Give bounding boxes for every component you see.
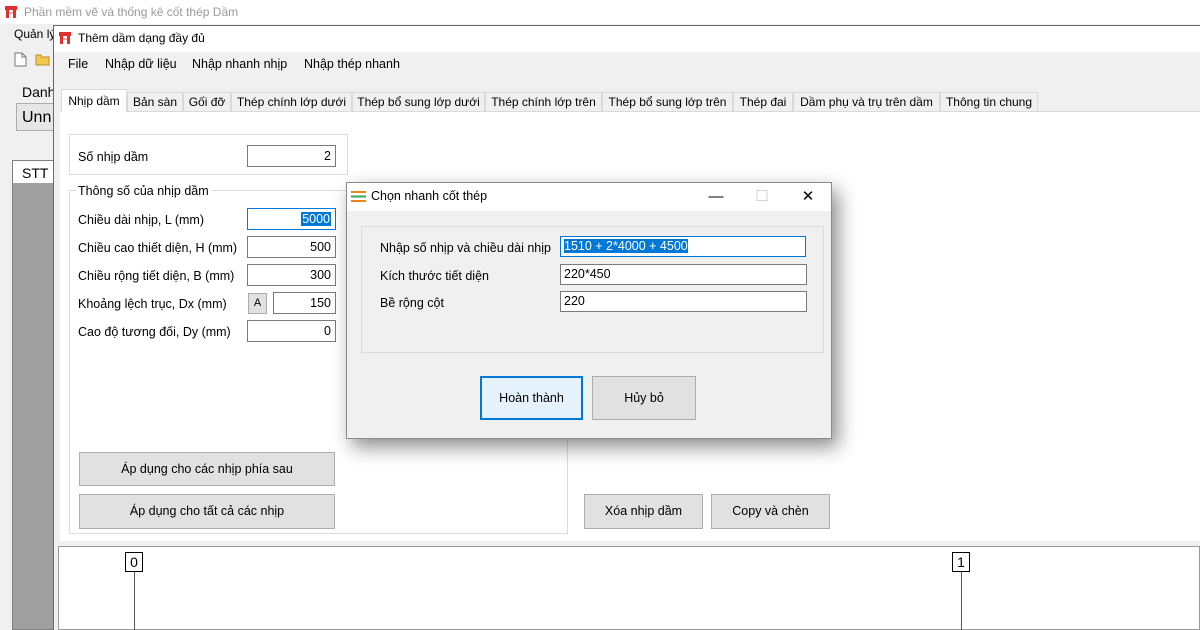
- main-list-label: Danh: [22, 84, 56, 100]
- dx-input[interactable]: 150: [273, 292, 336, 314]
- beam-dialog-titlebar: [54, 26, 1200, 52]
- copy-insert-button[interactable]: Copy và chèn: [711, 494, 830, 529]
- axis-label-1: 1: [952, 552, 970, 572]
- span-params-group-title: Thông số của nhịp dầm: [76, 184, 211, 198]
- maximize-icon: ☐: [755, 188, 769, 205]
- tab-nhip-dam[interactable]: Nhịp dầm: [61, 89, 127, 112]
- tab-thep-chinh-lop-duoi[interactable]: Thép chính lớp dưới: [231, 92, 352, 111]
- length-label: Chiều dài nhịp, L (mm): [78, 213, 204, 227]
- length-input[interactable]: 5000: [247, 208, 336, 230]
- main-menu-quan-ly[interactable]: Quản lý: [14, 27, 55, 41]
- main-combo-text: Unn: [22, 109, 52, 126]
- section-label: Kích thước tiết diện: [380, 269, 489, 283]
- dx-label: Khoảng lệch trục, Dx (mm): [78, 297, 227, 311]
- minimize-icon[interactable]: —: [693, 183, 739, 211]
- app-icon: [5, 6, 17, 18]
- dy-input[interactable]: 0: [247, 320, 336, 342]
- menu-file[interactable]: File: [68, 55, 88, 73]
- new-file-icon[interactable]: [14, 52, 27, 67]
- menu-nhap-nhanh-nhip[interactable]: Nhập nhanh nhịp: [192, 55, 287, 73]
- beam-preview-panel[interactable]: [58, 546, 1200, 630]
- height-input[interactable]: 500: [247, 236, 336, 258]
- apply-all-button[interactable]: Áp dụng cho tất cả các nhịp: [79, 494, 335, 529]
- column-width-input[interactable]: 220: [560, 291, 807, 312]
- tab-thep-dai[interactable]: Thép đai: [733, 92, 793, 111]
- width-input[interactable]: 300: [247, 264, 336, 286]
- tab-thep-chinh-lop-tren[interactable]: Thép chính lớp trên: [485, 92, 602, 111]
- quick-dialog-title: Chọn nhanh cốt thép: [371, 189, 488, 203]
- spans-label: Nhập số nhịp và chiều dài nhịp: [380, 241, 551, 255]
- tab-thep-bo-sung-lop-duoi[interactable]: Thép bổ sung lớp dưới: [352, 92, 485, 111]
- quick-rebar-icon: [351, 191, 366, 202]
- tab-goi-do[interactable]: Gối đỡ: [183, 92, 231, 111]
- spans-value: 1510 + 2*4000 + 4500: [564, 239, 688, 253]
- beam-dialog-title: Thêm dầm dạng đầy đủ: [78, 31, 205, 45]
- length-value: 5000: [301, 212, 331, 226]
- spans-input[interactable]: 1510 + 2*4000 + 4500: [560, 236, 806, 257]
- menu-nhap-thep-nhanh[interactable]: Nhập thép nhanh: [304, 55, 400, 73]
- menu-nhap-du-lieu[interactable]: Nhập dữ liệu: [105, 55, 177, 73]
- finish-button[interactable]: Hoàn thành: [480, 376, 583, 420]
- tab-thong-tin-chung[interactable]: Thông tin chung: [940, 92, 1038, 111]
- tab-thep-bo-sung-lop-tren[interactable]: Thép bổ sung lớp trên: [602, 92, 733, 111]
- height-label: Chiều cao thiết diện, H (mm): [78, 241, 238, 255]
- tab-ban-san[interactable]: Bản sàn: [127, 92, 183, 111]
- axis-line-0: [134, 572, 135, 630]
- main-app-title: Phần mềm vẽ và thống kê cốt thép Dầm: [24, 5, 239, 19]
- span-count-input[interactable]: 2: [247, 145, 336, 167]
- width-label: Chiều rộng tiết diện, B (mm): [78, 269, 235, 283]
- column-width-label: Bề rộng cột: [380, 296, 444, 310]
- close-icon[interactable]: ✕: [785, 183, 831, 211]
- beam-dialog-icon: [59, 32, 71, 44]
- dx-a-button[interactable]: A: [248, 293, 267, 314]
- axis-label-0: 0: [125, 552, 143, 572]
- dy-label: Cao độ tương đối, Dy (mm): [78, 325, 231, 339]
- cancel-button[interactable]: Hủy bỏ: [592, 376, 696, 420]
- open-folder-icon[interactable]: [35, 52, 51, 66]
- axis-line-1: [961, 572, 962, 630]
- span-count-label: Số nhịp dầm: [78, 150, 149, 164]
- tab-dam-phu-va-tru[interactable]: Dầm phụ và trụ trên dầm: [793, 92, 940, 111]
- grid-header-stt: STT: [22, 165, 49, 181]
- section-input[interactable]: 220*450: [560, 264, 807, 285]
- delete-span-button[interactable]: Xóa nhịp dầm: [584, 494, 703, 529]
- apply-following-button[interactable]: Áp dụng cho các nhịp phía sau: [79, 452, 335, 486]
